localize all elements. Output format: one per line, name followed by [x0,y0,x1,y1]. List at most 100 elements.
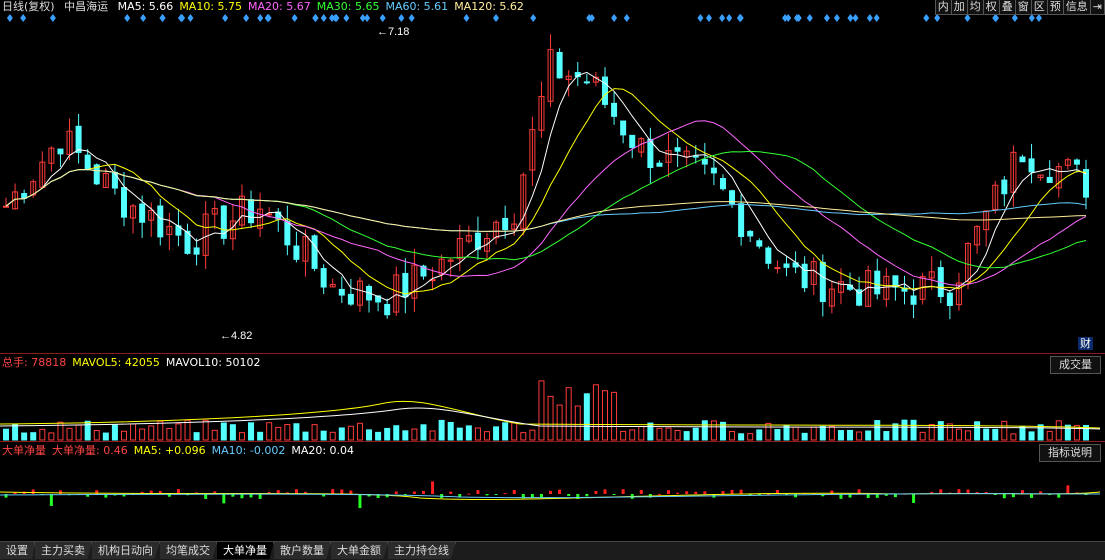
volume-bar [638,425,645,441]
volume-bar [747,433,754,441]
volume-bar [266,422,273,441]
tab-6[interactable]: 大单金额 [331,542,388,559]
big-order-legend: 大单净量 大单净量: 0.46 MA5: +0.096 MA10: -0.002 MA2… [2,444,360,458]
volume-bar [611,391,618,441]
tab-2[interactable]: 机构日动向 [92,542,160,559]
volume-bar [601,390,608,441]
toolbar-button-4[interactable]: 叠 [999,0,1016,15]
candle-body [620,120,627,136]
tab-1[interactable]: 主力买卖 [35,542,92,559]
tab-3[interactable]: 均笔成交 [160,542,217,559]
volume-bar [139,428,146,441]
volume-bar [447,421,454,441]
volume-bar [819,425,826,441]
candle-body [819,261,826,303]
big-order-legend-item-4: MA20: 0.04 [291,444,355,457]
indicator-help-button[interactable]: 指标说明 [1039,444,1101,462]
candle-body [674,147,681,152]
signal-marker [492,14,499,22]
toolbar-button-9[interactable]: ⇥ [1090,0,1105,15]
signal-marker [852,14,859,22]
big-order-bar [603,489,607,494]
volume-bar [992,428,999,441]
candle-body [692,155,699,158]
volume-bar [901,419,908,441]
candle-body [629,134,636,148]
signal-marker [992,14,999,22]
toolbar-button-7[interactable]: 预 [1047,0,1064,15]
candle-body [583,81,590,84]
big-order-bar [449,491,453,494]
volume-bar [583,393,590,441]
volume-legend-item-0: 总手: 78818 [2,356,67,369]
signal-marker [140,14,147,22]
toolbar-button-2[interactable]: 均 [967,0,984,15]
candle-body [1046,176,1053,183]
signal-marker [20,14,27,22]
high-price-label: ←7.18 [377,26,409,38]
big-order-bar [503,493,507,495]
big-order-bar [685,491,689,494]
ma-legend-item-0: MA5: 5.66 [117,0,174,13]
candle-body [120,187,127,218]
candle-body [783,263,790,268]
volume-bar [12,423,19,441]
big-order-bar [476,490,480,494]
big-order-bar [485,494,489,496]
signal-marker [873,14,880,22]
toolbar-button-1[interactable]: 加 [951,0,968,15]
volume-bar [329,431,336,441]
toolbar-button-8[interactable]: 信息 [1063,0,1091,15]
candle-body [756,240,763,247]
signal-marker [782,14,789,22]
ma-line-10 [5,88,1087,295]
volume-bar [338,427,345,441]
signal-marker [934,14,941,22]
price-chart-panel[interactable]: ←7.18 ←4.82 日线(复权) 中昌海运 MA5: 5.66 MA10: 5.… [0,0,1105,354]
tab-7[interactable]: 主力持仓线 [388,542,456,559]
big-order-bar [730,489,734,494]
volume-bar [756,429,763,441]
volume-panel[interactable]: 总手: 78818 MAVOL5: 42055 MAVOL10: 50102 成交量 [0,354,1105,442]
volume-indicator-button[interactable]: 成交量 [1050,356,1101,374]
big-order-bar [530,494,534,498]
signal-marker [964,14,971,22]
toolbar-button-3[interactable]: 权 [983,0,1000,15]
volume-bar [674,429,681,441]
big-order-legend-item-1: 大单净量: 0.46 [52,444,128,457]
tab-5[interactable]: 散户数量 [274,542,331,559]
volume-bar [647,422,654,441]
volume-bar [1055,420,1062,441]
toolbar-button-0[interactable]: 内 [934,0,952,15]
candlestick-chart[interactable]: ←7.18 ←4.82 [0,0,1105,353]
volume-bar [320,430,327,441]
volume-bar [211,429,218,441]
finance-badge[interactable]: 财 [1078,337,1093,350]
volume-bar [1019,425,1026,441]
big-order-bar [394,491,398,494]
big-order-bar [1057,494,1061,498]
toolbar-button-5[interactable]: 窗 [1015,0,1032,15]
big-order-bar [431,481,435,494]
big-order-panel[interactable]: 大单净量 大单净量: 0.46 MA5: +0.096 MA10: -0.002 MA2… [0,442,1105,540]
volume-bar [148,425,155,441]
chart-title: 日线(复权) [2,0,55,13]
candle-body [656,162,663,167]
signal-marker [257,14,264,22]
signal-marker [697,14,704,22]
volume-bar [39,428,46,441]
volume-bar [656,427,663,441]
ma-line-20 [5,120,1087,286]
big-order-bar [512,489,516,494]
tab-0[interactable]: 设置 [0,542,35,559]
tab-4[interactable]: 大单净量 [217,542,274,559]
toolbar-button-6[interactable]: 区 [1031,0,1048,15]
signal-marker [806,14,813,22]
big-order-bar [1011,494,1015,498]
signal-marker [364,14,371,22]
big-order-bar [1066,485,1070,494]
signal-marker [398,14,405,22]
candle-body [765,247,772,264]
volume-bar [502,422,509,441]
volume-bar [910,419,917,441]
